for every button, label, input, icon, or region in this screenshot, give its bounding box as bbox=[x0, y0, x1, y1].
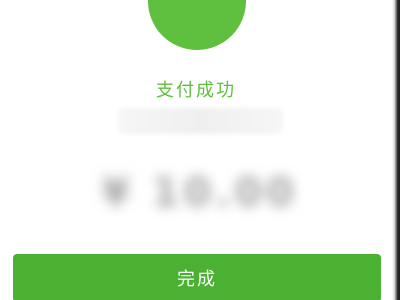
payment-amount: ¥ 10.00 bbox=[101, 170, 299, 216]
screen-edge bbox=[392, 0, 400, 300]
success-badge bbox=[148, 0, 246, 50]
payment-result-screen: 支付成功 ¥ 10.00 完成 bbox=[0, 0, 400, 300]
checkmark-icon bbox=[148, 0, 246, 50]
payment-status-title: 支付成功 bbox=[156, 80, 236, 101]
payment-amount-blurred: ¥ 10.00 bbox=[100, 166, 300, 220]
merchant-name-blurred bbox=[118, 108, 283, 134]
done-button[interactable]: 完成 bbox=[13, 254, 381, 300]
